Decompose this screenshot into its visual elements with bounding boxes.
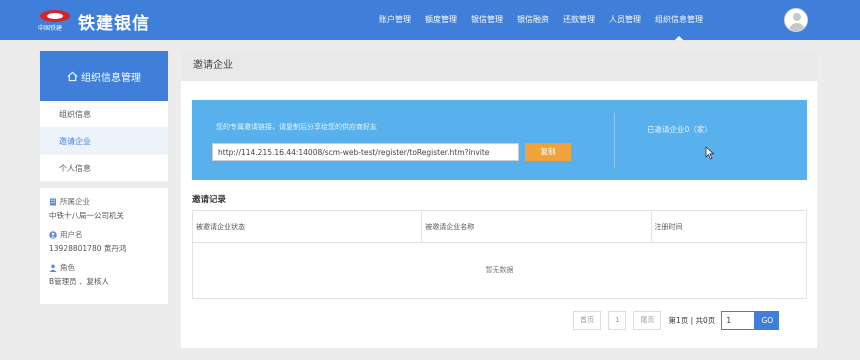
column-header-register-time: 注册时间 [654,223,683,231]
invite-link-description: 您的专属邀请链接，请复制后分享给您的供应商好友 [216,123,377,131]
page-number-button[interactable]: 1 [608,311,627,330]
column-header-company-name: 被邀请企业名称 [422,211,652,242]
building-icon [50,198,56,205]
nav-organization-management[interactable]: 组织信息管理 [648,0,710,40]
banner-divider [614,113,615,168]
nav-personnel-management[interactable]: 人员管理 [602,0,648,40]
sidebar-header: 组织信息管理 [40,51,168,101]
sidebar-item-personal-info[interactable]: 个人信息 [40,155,168,182]
main-panel: 邀请企业 您的专属邀请链接，请复制后分享给您的供应商好友 复制 已邀请企业0（家… [181,51,817,348]
invited-company-count: 已邀请企业0（家） [647,125,712,134]
username-value: 13928801780 黄丹鸿 [49,244,127,253]
role-icon [49,264,57,272]
company-value: 中铁十八局一公司机关 [49,211,124,220]
go-button[interactable]: GO [755,311,780,330]
nav-repayment-management[interactable]: 还款管理 [556,0,602,40]
user-avatar[interactable] [784,8,808,32]
company-label: 所属企业 [60,197,90,206]
logo-mark-icon [40,10,70,22]
username-label: 用户名 [60,230,83,239]
company-logo[interactable]: 中国铁建 [38,9,72,32]
home-icon [67,71,78,81]
page-jump-input[interactable] [721,311,756,330]
nav-bank-credit-financing[interactable]: 银信融资 [510,0,556,40]
sidebar-item-invite-company[interactable]: 邀请企业 [40,128,168,155]
table-header: 被邀请企业状态 被邀请企业名称 注册时间 [193,211,806,243]
logo-subtitle: 中国铁建 [38,25,63,32]
invite-records-title: 邀请记录 [192,195,227,205]
user-info-panel: 所属企业 中铁十八局一公司机关 用户名 13928801780 黄丹鸿 角色 B… [40,188,168,304]
role-label: 角色 [60,263,75,272]
copy-button[interactable]: 复制 [525,143,571,161]
invite-link-banner: 您的专属邀请链接，请复制后分享给您的供应商好友 复制 已邀请企业0（家） [192,100,807,180]
user-icon [49,230,57,239]
invite-link-input[interactable] [212,143,519,161]
mouse-cursor-icon [705,146,715,160]
top-header: 中国铁建 铁建银信 账户管理 额度管理 银信管理 银信融资 还款管理 人员管理 … [0,0,860,40]
role-value: B管理员 、复核人 [49,277,110,286]
invite-records-table: 被邀请企业状态 被邀请企业名称 注册时间 暂无数据 [192,210,807,299]
nav-account-management[interactable]: 账户管理 [372,0,418,40]
brand-name: 铁建银信 [78,14,150,34]
sidebar-menu: 组织信息 邀请企业 个人信息 [40,101,168,182]
first-page-button[interactable]: 首页 [573,311,601,330]
sidebar-item-organization-info[interactable]: 组织信息 [40,101,168,128]
table-empty-state: 暂无数据 [485,266,514,274]
column-header-status: 被邀请企业状态 [193,211,423,242]
page-info: 第1页 | 共0页 [668,316,716,325]
nav-bank-credit-management[interactable]: 银信管理 [464,0,510,40]
last-page-button[interactable]: 尾页 [633,311,662,330]
top-nav: 账户管理 额度管理 银信管理 银信融资 还款管理 人员管理 组织信息管理 [372,0,710,40]
page-title: 邀请企业 [181,51,817,81]
nav-credit-limit-management[interactable]: 额度管理 [418,0,464,40]
pagination: 首页 1 尾页 第1页 | 共0页 GO [573,311,780,330]
sidebar-title: 组织信息管理 [81,72,141,84]
